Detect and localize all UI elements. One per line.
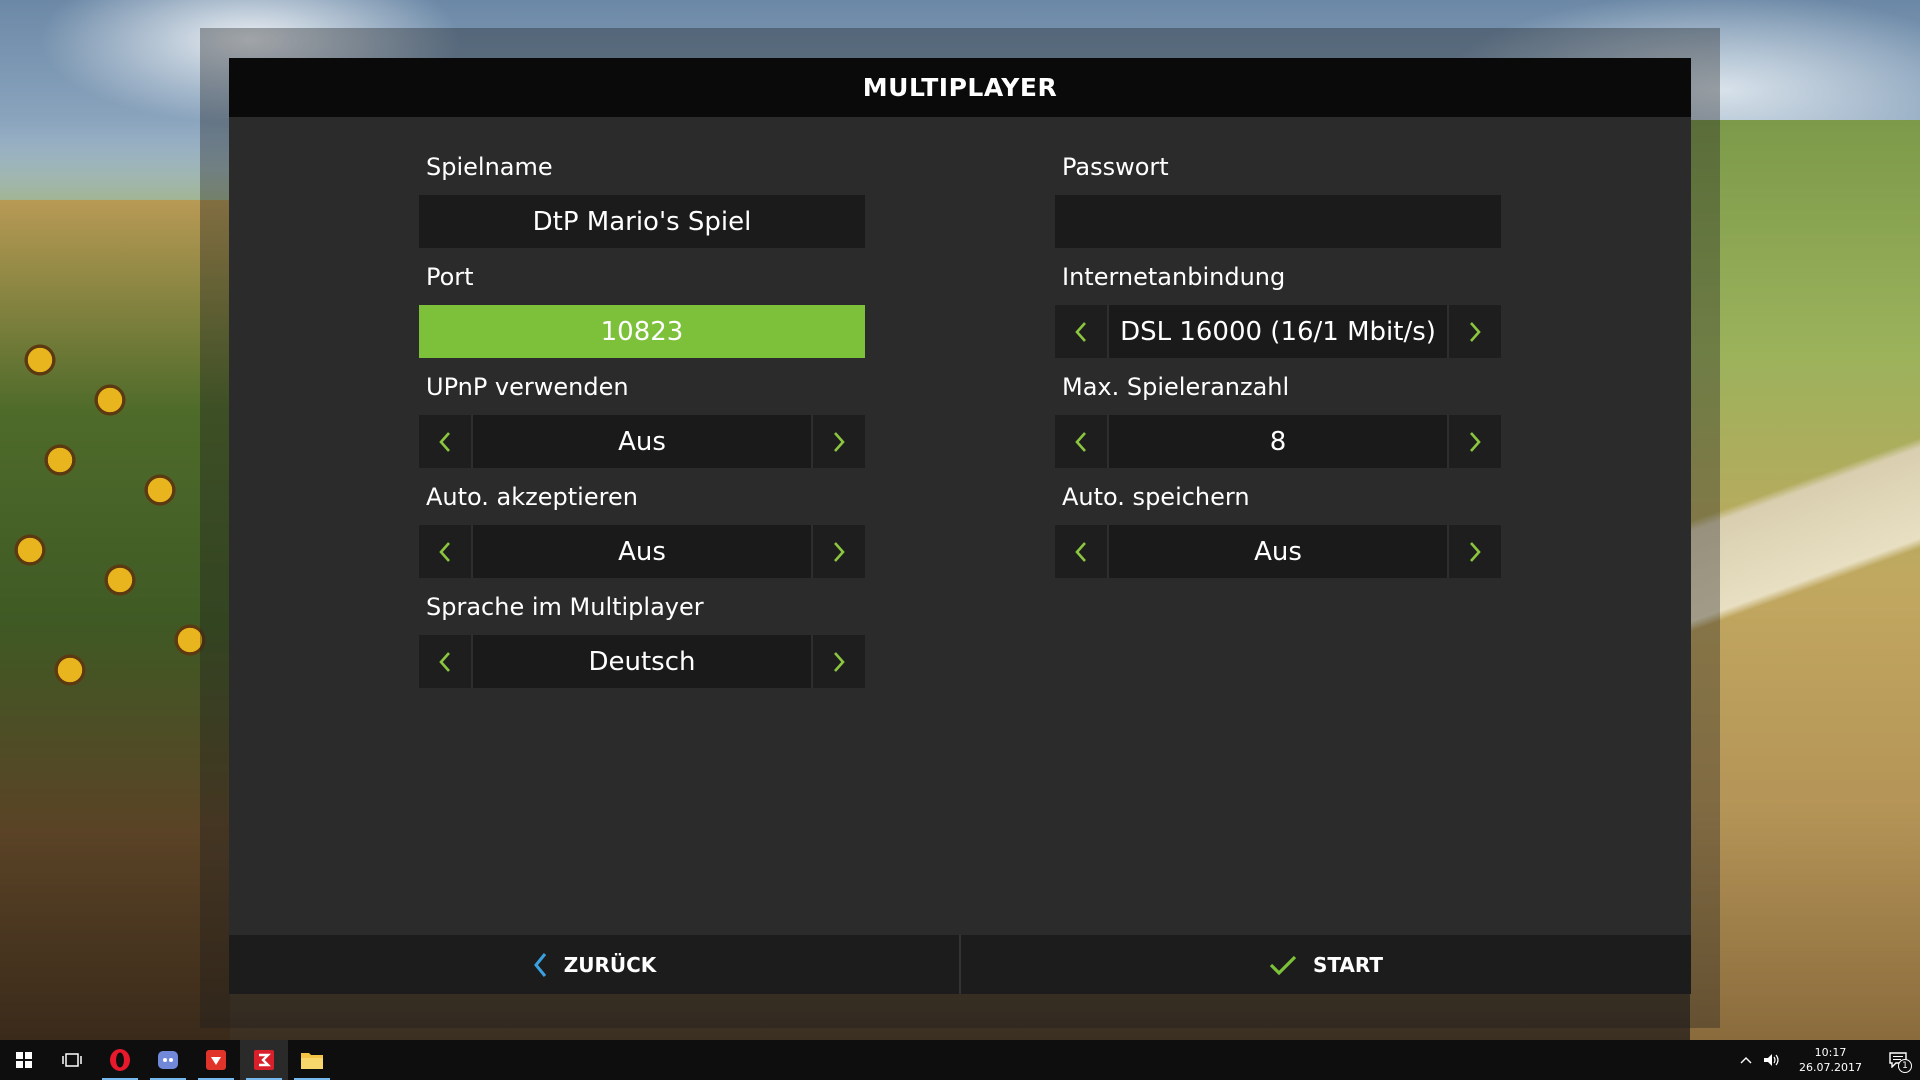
language-next-button[interactable] [811,635,865,688]
internet-prev-button[interactable] [1055,305,1109,358]
task-view-icon [62,1053,82,1067]
game-name-label: Spielname [426,153,553,181]
start-button[interactable]: START [961,935,1691,994]
taskbar: 10:17 26.07.2017 1 [0,1040,1920,1080]
download-arrow-icon [206,1050,226,1070]
start-button-label: START [1312,952,1384,977]
game-name-input[interactable]: DtP Mario's Spiel [419,195,865,248]
auto-accept-next-button[interactable] [811,525,865,578]
multiplayer-dialog: MULTIPLAYER Spielname DtP Mario's Spiel … [229,58,1691,994]
chevron-left-icon [1075,541,1086,562]
chevron-left-icon [439,651,450,672]
chevron-right-icon [834,651,845,672]
password-field: Passwort [1055,149,1501,248]
internet-selector: DSL 16000 (16/1 Mbit/s) [1055,305,1501,358]
dialog-footer: ZURÜCK START [229,935,1691,994]
game-name-field: Spielname DtP Mario's Spiel [419,149,865,248]
internet-next-button[interactable] [1447,305,1501,358]
discord-icon [158,1051,178,1069]
auto-save-selector: Aus [1055,525,1501,578]
chevron-right-icon [1470,431,1481,452]
taskbar-opera[interactable] [96,1040,144,1080]
language-label: Sprache im Multiplayer [426,593,704,621]
auto-save-label: Auto. speichern [1062,483,1250,511]
chevron-up-icon [1740,1057,1752,1064]
chevron-left-icon [1075,431,1086,452]
auto-save-value: Aus [1109,525,1447,578]
taskbar-file-explorer[interactable] [288,1040,336,1080]
auto-save-prev-button[interactable] [1055,525,1109,578]
internet-label: Internetanbindung [1062,263,1286,291]
auto-accept-value: Aus [473,525,811,578]
password-input[interactable] [1055,195,1501,248]
max-players-next-button[interactable] [1447,415,1501,468]
upnp-selector: Aus [419,415,865,468]
clock-date: 26.07.2017 [1799,1061,1862,1074]
back-button-label: ZURÜCK [563,952,657,977]
port-input[interactable]: 10823 [419,305,865,358]
dialog-title: MULTIPLAYER [862,73,1058,102]
windows-start-button[interactable] [0,1040,48,1080]
auto-accept-selector: Aus [419,525,865,578]
checkmark-icon [1269,955,1297,975]
sunflower-field-background [0,200,230,1040]
clock-time: 10:17 [1814,1046,1847,1059]
language-selector: Deutsch [419,635,865,688]
opera-icon [110,1049,130,1071]
chevron-right-icon [1470,541,1481,562]
speaker-icon [1764,1054,1779,1066]
upnp-next-button[interactable] [811,415,865,468]
max-players-value: 8 [1109,415,1447,468]
back-button[interactable]: ZURÜCK [229,935,959,994]
taskbar-discord[interactable] [144,1040,192,1080]
dialog-header: MULTIPLAYER [229,58,1691,117]
port-field: Port 10823 [419,259,865,358]
auto-accept-field: Auto. akzeptieren Aus [419,479,865,578]
farm-road-background [1690,120,1920,1040]
upnp-field: UPnP verwenden Aus [419,369,865,468]
chevron-right-icon [834,541,845,562]
chevron-left-icon [439,541,450,562]
volume-button[interactable] [1759,1040,1785,1080]
auto-save-next-button[interactable] [1447,525,1501,578]
auto-save-field: Auto. speichern Aus [1055,479,1501,578]
max-players-selector: 8 [1055,415,1501,468]
task-view-button[interactable] [48,1040,96,1080]
auto-accept-prev-button[interactable] [419,525,473,578]
chevron-left-icon [1075,321,1086,342]
show-hidden-icons-button[interactable] [1733,1040,1759,1080]
notification-count-badge: 1 [1898,1059,1912,1073]
internet-field: Internetanbindung DSL 16000 (16/1 Mbit/s… [1055,259,1501,358]
farming-simulator-icon [254,1050,274,1070]
folder-icon [301,1053,323,1069]
chevron-right-icon [1470,321,1481,342]
chevron-left-icon [533,952,546,977]
upnp-value: Aus [473,415,811,468]
max-players-prev-button[interactable] [1055,415,1109,468]
language-prev-button[interactable] [419,635,473,688]
password-label: Passwort [1062,153,1169,181]
language-value: Deutsch [473,635,811,688]
language-field: Sprache im Multiplayer Deutsch [419,589,865,688]
internet-value: DSL 16000 (16/1 Mbit/s) [1109,305,1447,358]
max-players-label: Max. Spieleranzahl [1062,373,1290,401]
port-label: Port [426,263,474,291]
max-players-field: Max. Spieleranzahl 8 [1055,369,1501,468]
upnp-prev-button[interactable] [419,415,473,468]
upnp-label: UPnP verwenden [426,373,629,401]
system-tray: 10:17 26.07.2017 1 [1733,1040,1920,1080]
auto-accept-label: Auto. akzeptieren [426,483,638,511]
chevron-right-icon [834,431,845,452]
taskbar-clock[interactable]: 10:17 26.07.2017 [1785,1045,1876,1075]
windows-logo-icon [16,1052,32,1068]
taskbar-downloader[interactable] [192,1040,240,1080]
action-center-button[interactable]: 1 [1876,1040,1920,1080]
chevron-left-icon [439,431,450,452]
taskbar-farming-simulator[interactable] [240,1040,288,1080]
